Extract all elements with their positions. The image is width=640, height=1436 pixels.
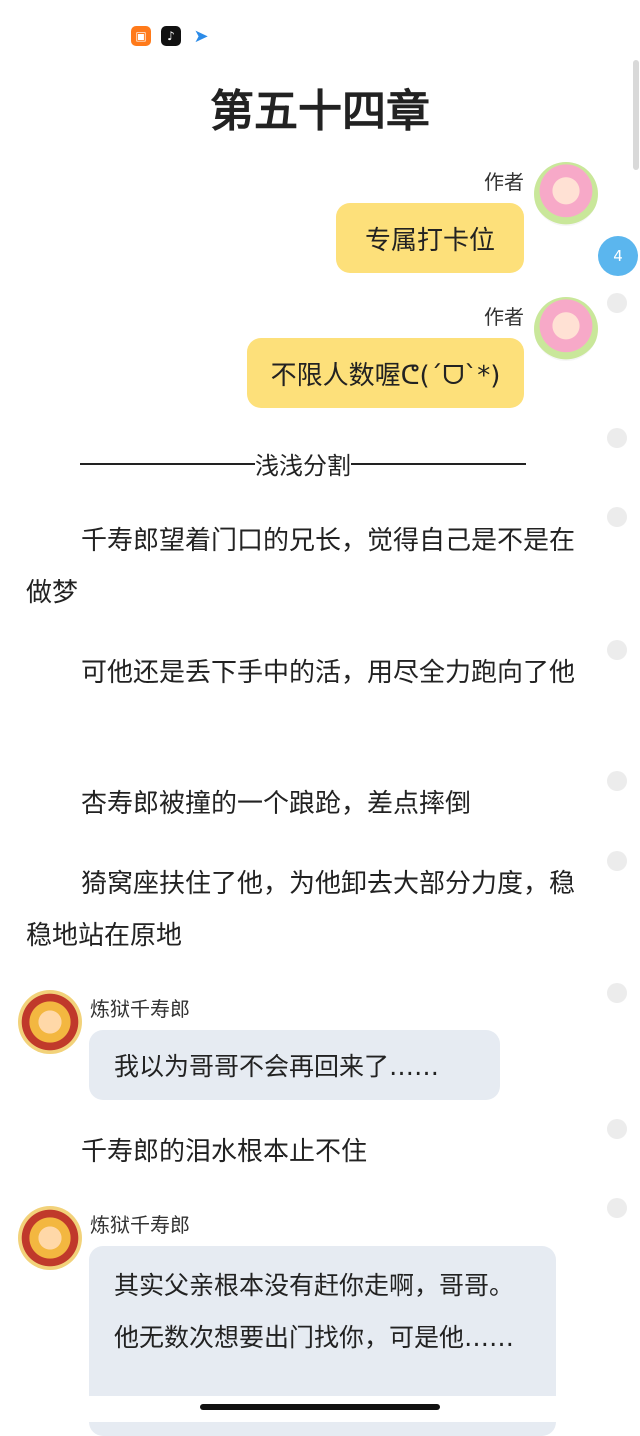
author-avatar[interactable] (534, 297, 598, 361)
section-divider: 浅浅分割 (80, 446, 526, 481)
shopping-bag-icon: ▣ (131, 26, 151, 46)
character-name: 炼狱千寿郎 (90, 997, 190, 1021)
divider-line (80, 462, 255, 465)
divider-line (351, 462, 526, 465)
story-paragraph: 猗窝座扶住了他，为他卸去大部分力度，稳稳地站在原地 (26, 869, 576, 951)
comment-dot[interactable] (607, 1198, 627, 1218)
comment-count-badge[interactable]: 4 (598, 236, 638, 276)
comment-dot[interactable] (607, 983, 627, 1003)
comment-dot[interactable] (607, 1119, 627, 1139)
paper-plane-icon: ➤ (193, 25, 209, 47)
status-bar-icons: ▣ ♪ ➤ (131, 25, 211, 47)
story-paragraph: 千寿郎望着门口的兄长，觉得自己是不是在做梦 (26, 526, 576, 608)
comment-dot[interactable] (607, 851, 627, 871)
tiktok-icon: ♪ (161, 26, 181, 46)
comment-dot[interactable] (607, 507, 627, 527)
chapter-title: 第五十四章 (210, 86, 430, 137)
author-message-bubble: 不限人数喔ᕦ(ˊᗜˋ*) (247, 338, 524, 408)
divider-text: 浅浅分割 (255, 452, 351, 480)
character-name: 炼狱千寿郎 (90, 1213, 190, 1237)
character-message-bubble: 我以为哥哥不会再回来了…… (89, 1030, 500, 1100)
home-indicator[interactable] (200, 1404, 440, 1410)
character-avatar[interactable] (18, 1206, 82, 1270)
story-paragraph: 千寿郎的泪水根本止不住 (81, 1137, 368, 1167)
comment-dot[interactable] (607, 640, 627, 660)
scrollbar[interactable] (633, 60, 639, 170)
comment-dot[interactable] (607, 771, 627, 791)
author-label: 作者 (484, 305, 524, 329)
author-avatar[interactable] (534, 162, 598, 226)
story-paragraph: 杏寿郎被撞的一个踉跄，差点摔倒 (81, 789, 472, 819)
story-paragraph: 可他还是丢下手中的活，用尽全力跑向了他 (81, 658, 576, 688)
character-avatar[interactable] (18, 990, 82, 1054)
author-label: 作者 (484, 170, 524, 194)
comment-dot[interactable] (607, 293, 627, 313)
comment-dot[interactable] (607, 428, 627, 448)
author-message-bubble: 专属打卡位 (336, 203, 524, 273)
